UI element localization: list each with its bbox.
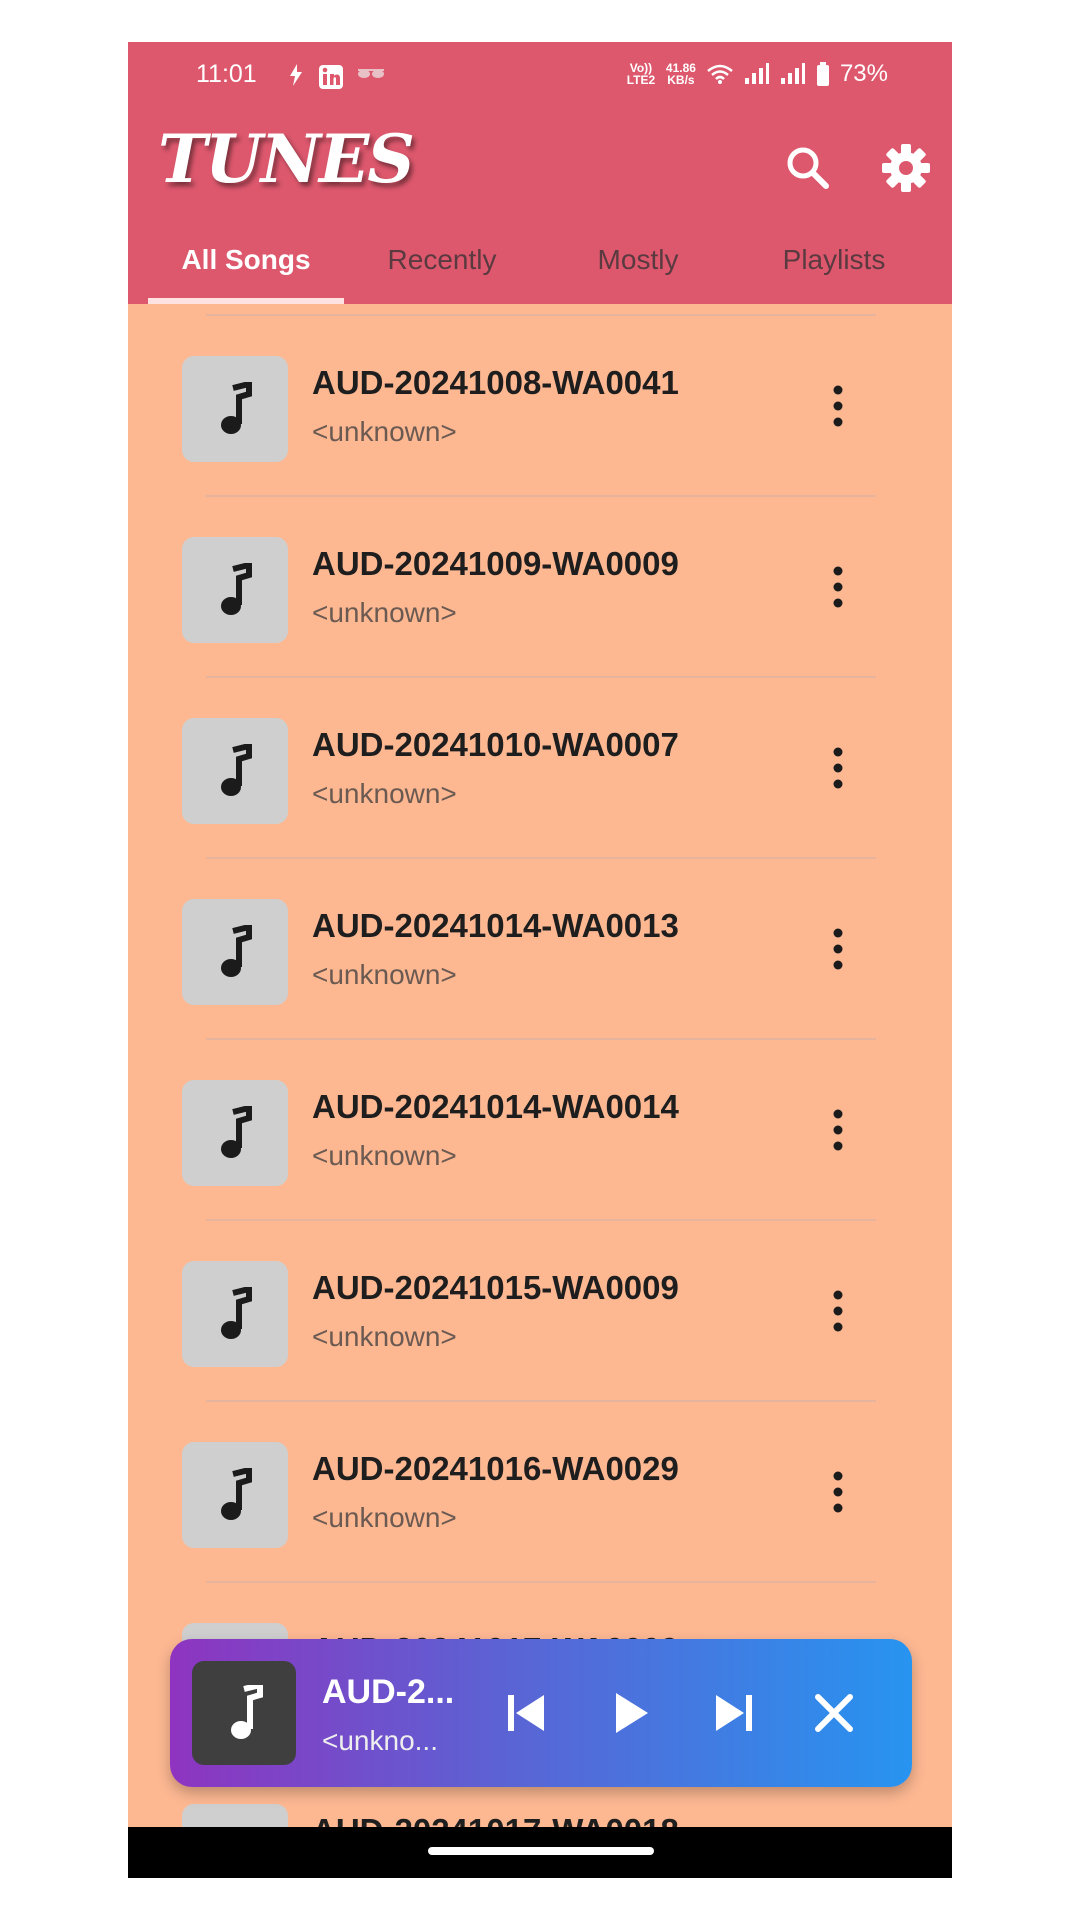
next-button[interactable] [704, 1683, 764, 1743]
tab-all-songs[interactable]: All Songs [148, 230, 344, 304]
play-icon [616, 1693, 648, 1733]
song-more-button[interactable] [818, 557, 858, 617]
mini-player-artwork [192, 1661, 296, 1765]
gear-icon [882, 144, 930, 192]
music-note-icon [221, 1106, 252, 1158]
music-note-icon [221, 1287, 252, 1339]
mini-player[interactable]: AUD-2... <unkno... [170, 1639, 912, 1787]
more-vert-icon [833, 747, 843, 789]
song-title: AUD-20241014-WA0013 [312, 907, 679, 944]
song-more-button[interactable] [818, 1462, 858, 1522]
more-vert-icon [833, 1109, 843, 1151]
song-title: AUD-20241008-WA0041 [312, 364, 679, 401]
music-note-icon [221, 382, 252, 434]
music-note-icon [221, 925, 252, 977]
settings-button[interactable] [876, 138, 936, 198]
song-title: AUD-20241010-WA0007 [312, 726, 679, 763]
music-note-icon [221, 744, 252, 796]
status-time: 11:01 [196, 60, 257, 88]
song-artwork [182, 1442, 288, 1548]
tab-playlists[interactable]: Playlists [736, 230, 932, 304]
song-row[interactable]: AUD-20241010-WA0007 <unknown> [128, 666, 952, 846]
more-vert-icon [833, 1471, 843, 1513]
song-row[interactable]: AUD-20241014-WA0014 <unknown> [128, 1028, 952, 1208]
song-more-button[interactable] [818, 1100, 858, 1160]
song-title: AUD-20241016-WA0029 [312, 1450, 679, 1487]
play-button[interactable] [600, 1683, 660, 1743]
song-row[interactable]: AUD-20241015-WA0009 <unknown> [128, 1209, 952, 1389]
close-button[interactable] [804, 1683, 864, 1743]
song-more-button[interactable] [818, 738, 858, 798]
search-icon [787, 147, 829, 189]
song-artwork [182, 356, 288, 462]
song-more-button[interactable] [818, 919, 858, 979]
song-artist: <unknown> [312, 416, 457, 447]
song-row[interactable]: AUD-20241008-WA0041 <unknown> [128, 304, 952, 484]
song-more-button[interactable] [818, 376, 858, 436]
song-title: AUD-20241015-WA0009 [312, 1269, 679, 1306]
song-artwork [182, 1080, 288, 1186]
network-speed-unit: KB/s [667, 73, 695, 87]
song-artwork [182, 537, 288, 643]
song-artist: <unknown> [312, 597, 457, 628]
linkedin-icon [318, 64, 344, 96]
song-artist: <unknown> [312, 1502, 457, 1533]
battery-percent: 73% [839, 60, 888, 87]
close-icon [815, 1694, 853, 1732]
song-artist: <unknown> [312, 1321, 457, 1352]
status-indicators: Vo)) LTE2 41.86 KB/s 73% [626, 60, 888, 88]
song-artwork [182, 718, 288, 824]
battery-icon [816, 62, 829, 86]
tab-mostly[interactable]: Mostly [540, 230, 736, 304]
more-vert-icon [833, 385, 843, 427]
home-gesture-handle[interactable] [428, 1847, 654, 1855]
volte-indicator: Vo)) LTE2 [626, 61, 656, 87]
skip-previous-icon [508, 1695, 544, 1731]
more-vert-icon [833, 928, 843, 970]
network-speed: 41.86 KB/s [666, 62, 696, 86]
mini-player-title: AUD-2... [322, 1673, 455, 1711]
previous-button[interactable] [496, 1683, 556, 1743]
song-row[interactable]: AUD-20241016-WA0029 <unknown> [128, 1390, 952, 1570]
tab-recently[interactable]: Recently [344, 230, 540, 304]
glasses-icon [356, 64, 386, 87]
signal-icon [780, 63, 805, 84]
app-screen: 11:01 Vo)) LTE2 41.86 KB/s 73% TUNES All… [128, 42, 952, 1878]
song-artwork [182, 1261, 288, 1367]
song-more-button[interactable] [818, 1281, 858, 1341]
navigation-gesture-bar [128, 1827, 952, 1878]
song-artwork [182, 899, 288, 1005]
song-row[interactable]: AUD-20241014-WA0013 <unknown> [128, 847, 952, 1027]
app-logo: TUNES [158, 120, 415, 198]
song-artist: <unknown> [312, 959, 457, 990]
music-note-icon [221, 1468, 252, 1520]
song-artist: <unknown> [312, 1140, 457, 1171]
song-title: AUD-20241009-WA0009 [312, 545, 679, 582]
tab-bar: All Songs Recently Mostly Playlists [128, 230, 952, 304]
search-button[interactable] [778, 138, 838, 198]
mini-player-artist: <unkno... [322, 1725, 438, 1756]
app-header: TUNES All Songs Recently Mostly Playlist… [128, 112, 952, 304]
song-row[interactable]: AUD-20241009-WA0009 <unknown> [128, 485, 952, 665]
song-title: AUD-20241014-WA0014 [312, 1088, 679, 1125]
signal-icon [744, 63, 769, 84]
flash-icon [288, 64, 304, 92]
status-bar: 11:01 Vo)) LTE2 41.86 KB/s 73% [128, 42, 952, 112]
song-artist: <unknown> [312, 778, 457, 809]
skip-next-icon [716, 1695, 752, 1731]
more-vert-icon [833, 1290, 843, 1332]
music-note-icon [221, 563, 252, 615]
music-note-icon [231, 1685, 263, 1739]
more-vert-icon [833, 566, 843, 608]
wifi-icon [707, 64, 733, 84]
